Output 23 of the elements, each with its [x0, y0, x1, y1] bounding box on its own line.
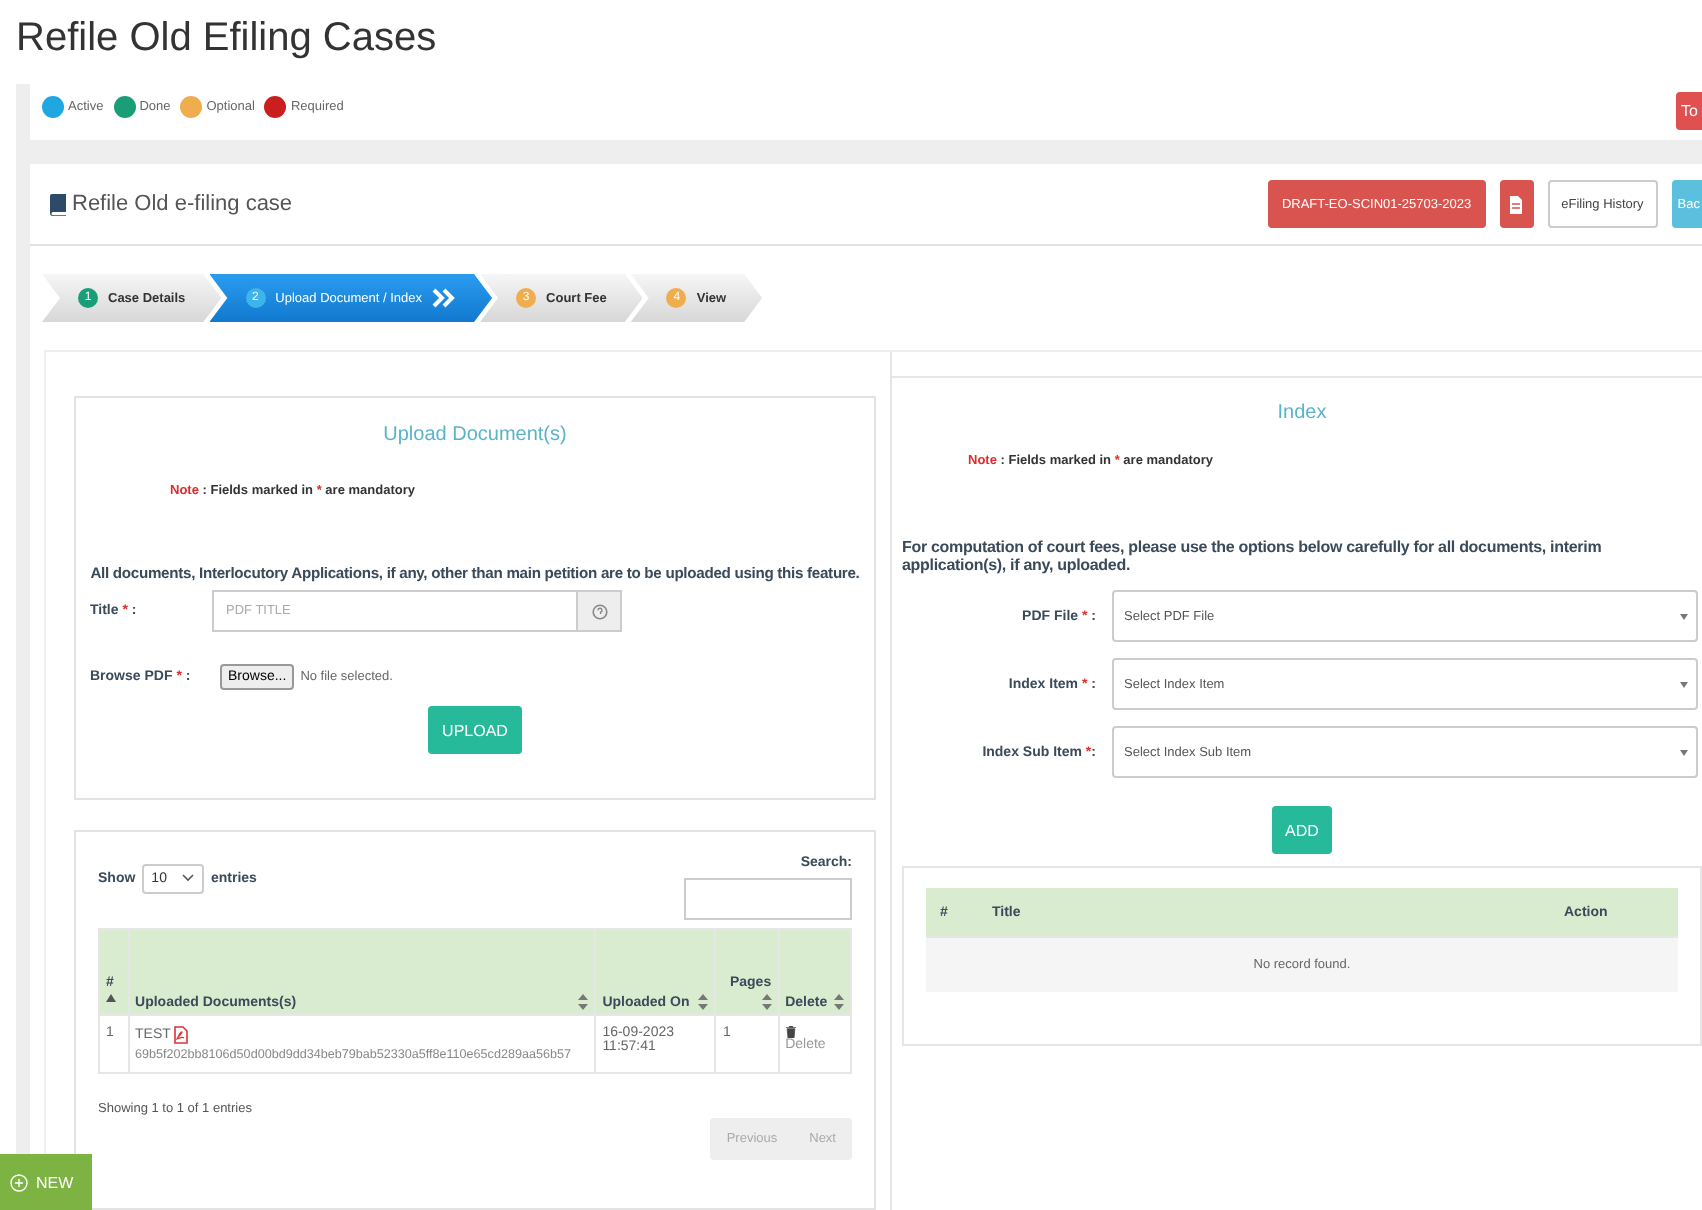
search-field[interactable]: [684, 878, 852, 920]
sort-icon: [698, 994, 709, 1010]
document-icon: [1510, 195, 1523, 213]
double-chevron-icon: [432, 288, 457, 308]
sort-icon: [761, 994, 772, 1010]
pdf-file-icon: [174, 1026, 189, 1044]
help-icon: [578, 590, 622, 632]
top-button[interactable]: To: [1675, 92, 1702, 130]
sort-icon: [834, 994, 844, 1010]
section-heading: Upload Document(s): [381, 424, 569, 446]
caret-icon: [1680, 681, 1688, 687]
page-title: Refile Old Efiling Cases: [14, 14, 439, 64]
caret-icon: [1680, 613, 1688, 619]
trash-icon: [785, 1026, 796, 1038]
book-icon: [50, 193, 66, 215]
document-button[interactable]: [1499, 180, 1534, 228]
sort-icon: [578, 994, 589, 1010]
plus-circle-icon: [10, 1173, 28, 1191]
case-title: Refile Old e-filing case: [72, 192, 293, 216]
index-instructions: For computation of court fees, please use the options below carefully for all documents, interim application(s), if any, uploaded.: [902, 538, 1604, 574]
chevron-icon: [182, 874, 195, 882]
caret-icon: [1680, 749, 1688, 755]
section-heading: Index: [1275, 402, 1329, 424]
